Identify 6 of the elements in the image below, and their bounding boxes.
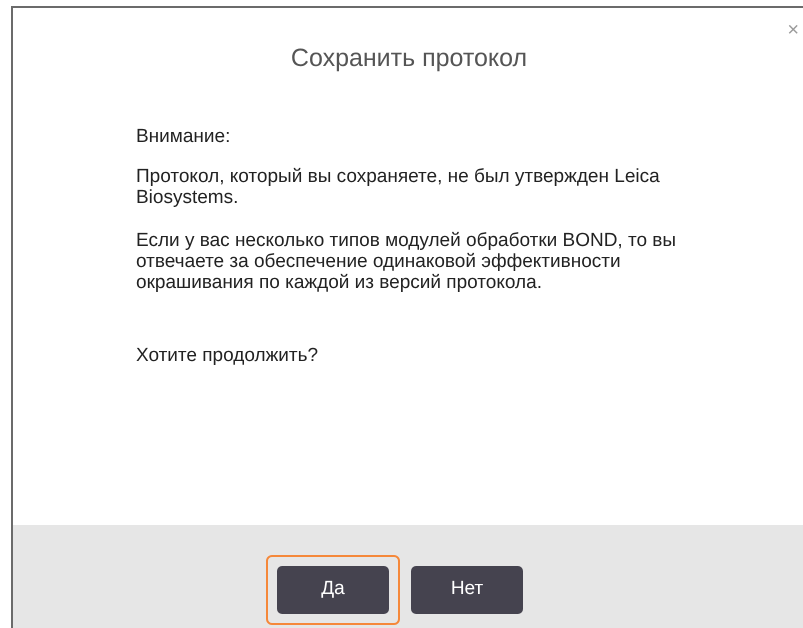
message-text: Если у вас несколько типов модулей обработки BOND, то вы отвечаете за обеспечение одинаковой эффективности окрашивания по каждой из версий протокола. — [136, 230, 678, 292]
question-text: Хотите продолжить? — [136, 344, 320, 366]
dialog-title: Сохранить протокол — [290, 43, 528, 74]
message-text: Внимание: — [136, 126, 232, 146]
dialog-button[interactable]: Да — [266, 554, 400, 624]
message-text: Протокол, который вы сохраняете, не был утвержден Leica Biosystems. — [136, 166, 661, 208]
